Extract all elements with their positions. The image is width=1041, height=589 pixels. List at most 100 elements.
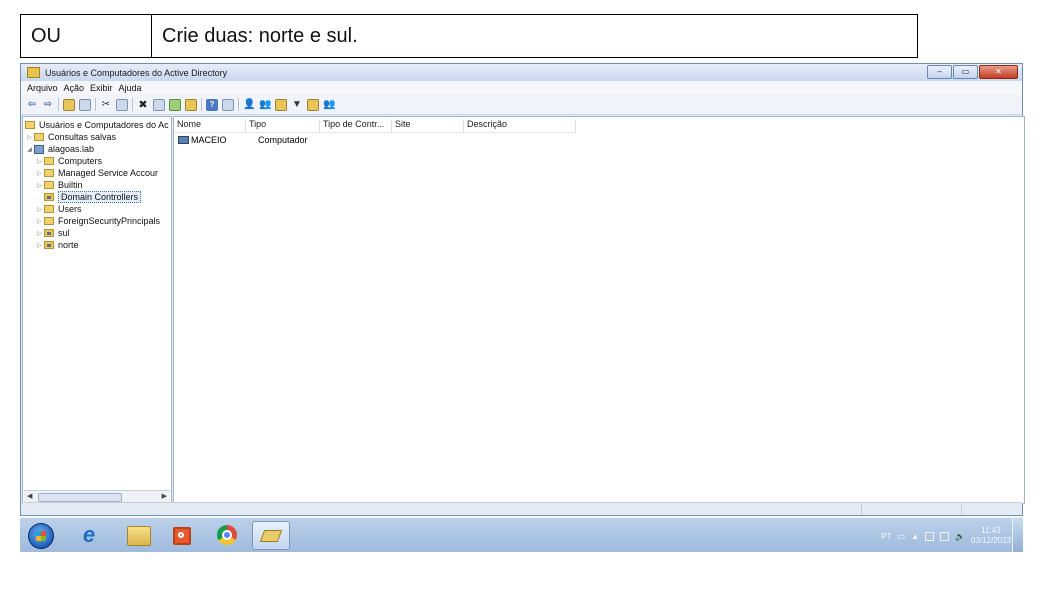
toolbar-separator <box>132 98 133 111</box>
show-hide-tree-icon[interactable] <box>79 98 91 111</box>
delete-icon[interactable]: ✖ <box>137 99 149 111</box>
internet-explorer-icon[interactable]: e <box>78 524 100 546</box>
tree-label: Builtin <box>58 180 83 190</box>
tree-root[interactable]: Usuários e Computadores do Ac <box>25 119 169 131</box>
folder-icon <box>44 217 54 225</box>
menu-arquivo[interactable]: Arquivo <box>27 83 58 93</box>
expand-icon[interactable]: ▷ <box>25 134 34 141</box>
column-tipo-de-controle[interactable]: Tipo de Contr... <box>320 119 392 132</box>
tree-item-foreign-security-principals[interactable]: ▷ ForeignSecurityPrincipals <box>35 215 160 227</box>
tree-item-computers[interactable]: ▷ Computers <box>35 155 102 167</box>
menu-exibir[interactable]: Exibir <box>90 83 113 93</box>
toolbar-separator <box>58 98 59 111</box>
tree-item-norte[interactable]: ▷ norte <box>35 239 79 251</box>
expand-icon[interactable]: ▷ <box>35 230 44 237</box>
start-button[interactable] <box>28 523 54 549</box>
folder-icon <box>44 157 54 165</box>
list-item[interactable]: MACEIO Computador <box>174 134 308 146</box>
copy-icon[interactable] <box>116 98 128 111</box>
tree-item-builtin[interactable]: ▷ Builtin <box>35 179 83 191</box>
ou-icon <box>44 241 54 249</box>
console-tree: Usuários e Computadores do Ac ▷ Consulta… <box>22 116 172 504</box>
tree-label: Consultas salvas <box>48 132 117 142</box>
close-button[interactable]: ✕ <box>979 65 1018 79</box>
aduc-window: Usuários e Computadores do Active Direct… <box>20 63 1025 516</box>
tree-item-domain[interactable]: ◢ alagoas.lab <box>25 143 94 155</box>
help-icon[interactable]: ? <box>206 98 218 111</box>
title-bar[interactable]: Usuários e Computadores do Active Direct… <box>21 64 1022 81</box>
network-icon[interactable] <box>939 531 949 541</box>
volume-icon[interactable]: 🔈 <box>955 532 965 541</box>
list-header: Nome Tipo Tipo de Contr... Site Descriçã… <box>174 119 576 133</box>
menu-ajuda[interactable]: Ajuda <box>119 83 142 93</box>
column-site[interactable]: Site <box>392 119 464 132</box>
expand-icon[interactable]: ▷ <box>35 242 44 249</box>
tree-label-selected: Domain Controllers <box>58 191 142 203</box>
maximize-button[interactable]: ▭ <box>953 65 978 79</box>
toolbar-separator <box>238 98 239 111</box>
column-descricao[interactable]: Descrição <box>464 119 576 132</box>
up-folder-icon[interactable] <box>63 98 75 111</box>
details-list: Nome Tipo Tipo de Contr... Site Descriçã… <box>173 116 1025 504</box>
office-icon[interactable] <box>173 527 191 545</box>
aduc-taskbar-button[interactable] <box>252 521 290 550</box>
folder-icon <box>44 169 54 177</box>
menu-acao[interactable]: Ação <box>64 83 85 93</box>
scroll-right-icon[interactable]: ▶ <box>162 492 167 500</box>
forward-arrow-icon[interactable]: ⇨ <box>42 99 54 111</box>
scroll-left-icon[interactable]: ◀ <box>27 492 32 500</box>
folder-icon <box>44 205 54 213</box>
clock-time: 11:43 <box>981 526 1001 535</box>
tree-item-sul[interactable]: ▷ sul <box>35 227 69 239</box>
instruction-cell-task: Crie duas: norte e sul. <box>162 24 358 47</box>
console-view-icon[interactable] <box>222 98 234 111</box>
collapse-icon[interactable]: ◢ <box>25 146 34 153</box>
tree-item-saved-queries[interactable]: ▷ Consultas salvas <box>25 131 116 143</box>
file-explorer-icon[interactable] <box>127 526 151 546</box>
column-tipo[interactable]: Tipo <box>246 119 320 132</box>
refresh-icon[interactable] <box>169 98 181 111</box>
chrome-icon[interactable] <box>217 525 237 545</box>
new-ou-icon[interactable] <box>275 98 287 111</box>
tree-item-managed-service-accounts[interactable]: ▷ Managed Service Accour <box>35 167 158 179</box>
tree-label: alagoas.lab <box>48 144 95 154</box>
show-desktop-button[interactable] <box>1012 518 1023 552</box>
new-group-icon[interactable]: 👥 <box>259 99 271 111</box>
minimize-button[interactable]: – <box>927 65 952 79</box>
expand-icon[interactable]: ▷ <box>35 218 44 225</box>
keyboard-icon[interactable]: ▭ <box>898 532 906 541</box>
filter-icon[interactable]: ▼ <box>291 99 303 111</box>
snapin-icon <box>25 121 35 129</box>
add-to-group-icon[interactable]: 👥 <box>323 99 335 111</box>
cut-icon[interactable]: ✂ <box>100 99 112 111</box>
column-nome[interactable]: Nome <box>174 119 246 132</box>
tree-item-domain-controllers[interactable]: Domain Controllers <box>35 191 142 203</box>
item-type: Computador <box>258 135 308 145</box>
app-icon <box>27 67 40 78</box>
tree-item-users[interactable]: ▷ Users <box>35 203 81 215</box>
instruction-table: OU Crie duas: norte e sul. <box>20 14 918 58</box>
find-icon[interactable] <box>307 98 319 111</box>
back-arrow-icon[interactable]: ⇦ <box>26 99 38 111</box>
tree-root-label: Usuários e Computadores do Ac <box>39 120 169 130</box>
window-title: Usuários e Computadores do Active Direct… <box>45 67 228 78</box>
show-hidden-icons-icon[interactable]: ▲ <box>911 532 919 541</box>
properties-icon[interactable] <box>153 98 165 111</box>
expand-icon[interactable]: ▷ <box>35 206 44 213</box>
expand-icon[interactable]: ▷ <box>35 170 44 177</box>
toolbar: ⇦ ⇨ ✂ ✖ ? 👤 👥 ▼ 👥 <box>21 95 1022 115</box>
action-center-icon[interactable] <box>924 531 934 541</box>
export-list-icon[interactable] <box>185 98 197 111</box>
toolbar-separator <box>95 98 96 111</box>
tree-label: norte <box>58 240 79 250</box>
clock[interactable]: 11:43 03/12/2023 <box>971 526 1011 546</box>
ou-icon <box>44 193 54 201</box>
item-name: MACEIO <box>191 135 227 145</box>
expand-icon[interactable]: ▷ <box>35 158 44 165</box>
status-bar <box>21 502 1022 515</box>
expand-icon[interactable]: ▷ <box>35 182 44 189</box>
new-user-icon[interactable]: 👤 <box>243 99 255 111</box>
clock-date: 03/12/2023 <box>970 536 1011 545</box>
scroll-thumb[interactable] <box>38 493 122 502</box>
language-indicator[interactable]: PT <box>881 532 891 541</box>
